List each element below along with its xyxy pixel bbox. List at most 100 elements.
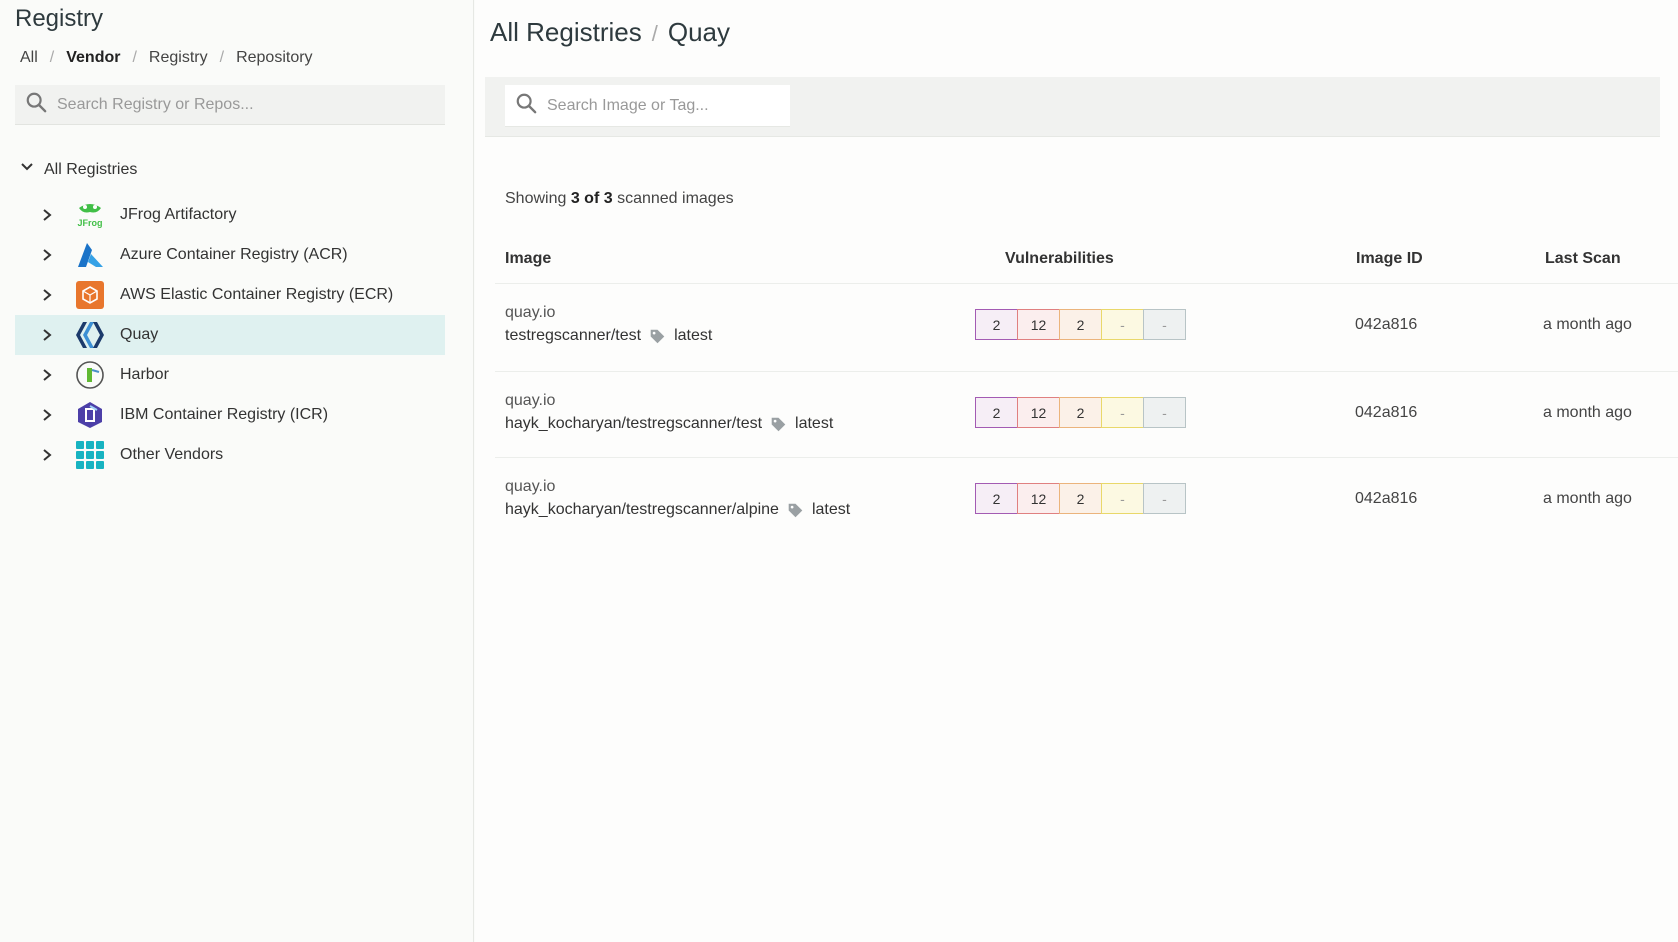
registry-sidebar: Registry All / Vendor / Registry / Repos…: [0, 0, 474, 942]
image-registry: quay.io: [505, 392, 556, 409]
critical-count: 2: [975, 397, 1018, 428]
column-header-last-scan[interactable]: Last Scan: [1545, 250, 1621, 268]
results-count: Showing 3 of 3 scanned images: [505, 190, 734, 208]
column-header-vulnerabilities[interactable]: Vulnerabilities: [1005, 250, 1114, 268]
critical-count: 2: [975, 309, 1018, 340]
tree-item-label: Quay: [120, 326, 159, 343]
sidebar-title: Registry: [15, 5, 104, 32]
last-scan: a month ago: [1543, 490, 1632, 507]
breadcrumb: All / Vendor / Registry / Repository: [20, 49, 313, 67]
image-id: 042a816: [1355, 404, 1418, 421]
chevron-right-icon[interactable]: [42, 328, 56, 342]
tree-item-label: Azure Container Registry (ACR): [120, 246, 348, 263]
image-tag: latest: [811, 501, 851, 518]
ibm-logo-icon: [74, 399, 106, 431]
table-header: Image Vulnerabilities Image ID Last Scan: [505, 250, 1665, 280]
negligible-count: -: [1143, 397, 1186, 428]
chevron-right-icon[interactable]: [42, 448, 56, 462]
image-name[interactable]: hayk_kocharyan/testregscanner/test lates…: [505, 415, 833, 433]
registry-search-box: [15, 85, 445, 125]
breadcrumb-separator: /: [651, 21, 658, 46]
chevron-right-icon[interactable]: [42, 208, 56, 222]
page-title: All Registries / Quay: [490, 17, 730, 48]
image-id: 042a816: [1355, 316, 1418, 333]
medium-count: 2: [1059, 397, 1102, 428]
quay-logo-icon: [74, 319, 106, 351]
tree-item-azure[interactable]: Azure Container Registry (ACR): [15, 235, 445, 275]
registry-tree: JFrog JFrog Artifactory Azure Container …: [15, 195, 445, 475]
breadcrumb-separator: /: [132, 49, 137, 66]
aws-logo-icon: [74, 279, 106, 311]
last-scan: a month ago: [1543, 316, 1632, 333]
search-icon: [515, 92, 537, 119]
medium-count: 2: [1059, 483, 1102, 514]
jfrog-logo-icon: JFrog: [74, 199, 106, 231]
breadcrumb-repository[interactable]: Repository: [236, 49, 312, 67]
results-count-value: 3 of 3: [570, 190, 613, 207]
tag-icon: [770, 416, 787, 433]
tree-item-jfrog[interactable]: JFrog JFrog Artifactory: [15, 195, 445, 235]
tree-root-label: All Registries: [44, 160, 138, 178]
search-icon: [25, 91, 47, 118]
column-header-image-id[interactable]: Image ID: [1356, 250, 1423, 268]
negligible-count: -: [1143, 483, 1186, 514]
last-scan: a month ago: [1543, 404, 1632, 421]
low-count: -: [1101, 309, 1144, 340]
high-count: 12: [1017, 397, 1060, 428]
svg-text:JFrog: JFrog: [77, 218, 102, 228]
image-tag: latest: [795, 415, 834, 432]
tree-item-label: AWS Elastic Container Registry (ECR): [120, 286, 394, 303]
tree-item-aws[interactable]: AWS Elastic Container Registry (ECR): [15, 275, 445, 315]
breadcrumb-separator: /: [49, 49, 55, 66]
image-name[interactable]: testregscanner/test latest: [505, 327, 712, 345]
chevron-right-icon[interactable]: [42, 288, 56, 302]
vulnerability-summary[interactable]: 2 12 2 - -: [975, 397, 1186, 428]
images-panel: All Registries / Quay Showing 3 of 3 scann…: [475, 0, 1678, 942]
critical-count: 2: [975, 483, 1018, 514]
tree-item-ibm[interactable]: IBM Container Registry (ICR): [15, 395, 445, 435]
image-search-input[interactable]: [547, 96, 787, 115]
chevron-down-icon[interactable]: [20, 160, 34, 179]
medium-count: 2: [1059, 309, 1102, 340]
registry-search-input[interactable]: [57, 95, 417, 114]
image-tag: latest: [674, 327, 713, 344]
tag-icon: [649, 328, 666, 345]
tree-item-label: Other Vendors: [120, 446, 224, 463]
results-prefix: Showing: [505, 190, 567, 207]
azure-logo-icon: [74, 239, 106, 271]
tree-item-harbor[interactable]: Harbor: [15, 355, 445, 395]
negligible-count: -: [1143, 309, 1186, 340]
tree-item-other-vendors[interactable]: Other Vendors: [15, 435, 445, 475]
image-id: 042a816: [1355, 490, 1418, 507]
table-row[interactable]: quay.io hayk_kocharyan/testregscanner/te…: [495, 371, 1678, 459]
results-suffix: scanned images: [617, 190, 734, 207]
image-name[interactable]: hayk_kocharyan/testregscanner/alpine lat…: [505, 501, 850, 519]
breadcrumb-registry[interactable]: Registry: [149, 49, 208, 67]
vulnerability-summary[interactable]: 2 12 2 - -: [975, 483, 1186, 514]
column-header-image[interactable]: Image: [505, 250, 551, 268]
breadcrumb-current: Quay: [667, 17, 730, 47]
table-row[interactable]: quay.io testregscanner/test latest 2 12 …: [495, 283, 1678, 371]
tree-item-label: IBM Container Registry (ICR): [120, 406, 329, 423]
tree-item-label: JFrog Artifactory: [120, 206, 237, 223]
breadcrumb-separator: /: [219, 49, 225, 66]
high-count: 12: [1017, 309, 1060, 340]
vulnerability-summary[interactable]: 2 12 2 - -: [975, 309, 1186, 340]
chevron-right-icon[interactable]: [42, 248, 56, 262]
table-row[interactable]: quay.io hayk_kocharyan/testregscanner/al…: [495, 457, 1678, 545]
harbor-logo-icon: [74, 359, 106, 391]
tree-root-all-registries[interactable]: All Registries: [20, 160, 137, 179]
breadcrumb-all-registries[interactable]: All Registries: [490, 17, 642, 47]
breadcrumb-vendor[interactable]: Vendor: [66, 49, 120, 67]
chevron-right-icon[interactable]: [42, 368, 56, 382]
image-repo-name: hayk_kocharyan/testregscanner/test: [505, 415, 763, 432]
tag-icon: [787, 502, 804, 519]
tree-item-label: Harbor: [120, 366, 169, 383]
filter-toolbar: [485, 77, 1660, 137]
breadcrumb-all[interactable]: All: [20, 49, 38, 67]
grid-icon: [74, 439, 106, 471]
low-count: -: [1101, 483, 1144, 514]
tree-item-quay[interactable]: Quay: [15, 315, 445, 355]
image-search-box: [505, 85, 790, 127]
chevron-right-icon[interactable]: [42, 408, 56, 422]
